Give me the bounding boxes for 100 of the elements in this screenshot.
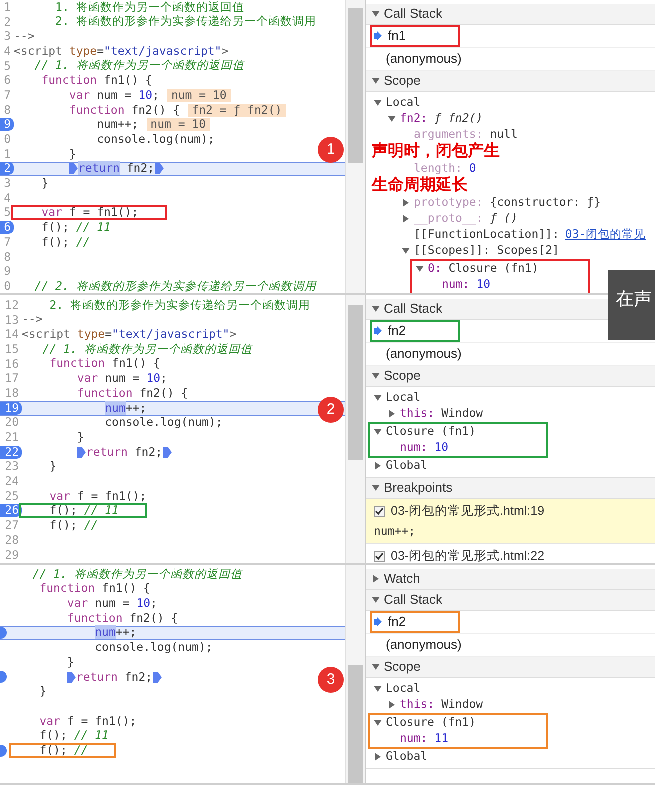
line-number[interactable]: 1 (0, 0, 14, 14)
caret-icon[interactable] (372, 575, 380, 583)
line-number[interactable]: 8 (0, 104, 14, 117)
line-number[interactable]: 9 (0, 265, 14, 278)
section-header[interactable]: Breakpoints (366, 478, 655, 499)
line-number[interactable]: 29 (0, 548, 22, 562)
line-number[interactable]: 19 (0, 402, 22, 415)
caret-icon[interactable] (374, 99, 382, 107)
call-frame[interactable]: (anonymous) (370, 48, 460, 70)
code-text: var num = 10; (67, 595, 158, 612)
scope-label: Global (386, 457, 428, 474)
line-number[interactable]: 12 (0, 298, 22, 312)
section-header[interactable]: Scope (366, 657, 655, 678)
section-header[interactable]: Scope (366, 366, 655, 387)
caret-icon[interactable] (372, 10, 380, 18)
scope-label: Closure (fn1) (386, 714, 476, 732)
call-frame[interactable]: (anonymous) (370, 634, 460, 656)
section-header[interactable]: Watch (366, 569, 655, 590)
section-header[interactable]: Call Stack (366, 4, 655, 25)
breakpoint-marker-icon[interactable] (0, 627, 7, 640)
scrollbar-thumb[interactable] (348, 665, 363, 783)
line-number[interactable]: 0 (0, 280, 14, 293)
breakpoint-item[interactable]: 03-闭包的常见形式.html:19 num++; (366, 499, 655, 544)
line-number[interactable]: 0 (0, 133, 14, 146)
checkbox[interactable] (374, 506, 385, 517)
line-number[interactable]: 4 (0, 44, 14, 58)
checkbox[interactable] (374, 550, 385, 562)
property-text: num: 10 (400, 439, 448, 456)
caret-icon[interactable] (374, 719, 382, 727)
code-text: } (69, 146, 76, 163)
caret-icon[interactable] (372, 484, 380, 492)
line-number[interactable]: 1 (0, 148, 14, 161)
call-frame[interactable]: fn1 (370, 25, 460, 47)
line-number[interactable]: 24 (0, 475, 22, 488)
caret-icon[interactable] (372, 372, 380, 380)
line-number[interactable]: 6 (0, 221, 14, 234)
line-number[interactable]: 8 (0, 250, 14, 264)
breakpoint-marker-icon[interactable] (0, 744, 7, 757)
caret-icon[interactable] (372, 305, 380, 313)
code-text: // 2. 将函数的形参作为实参传递给另一个函数调用 (34, 278, 316, 293)
line-number[interactable]: 7 (0, 236, 14, 249)
section-header[interactable]: Scope (366, 71, 655, 92)
caret-icon[interactable] (388, 410, 396, 418)
line-number[interactable]: 13 (0, 314, 22, 327)
line-number[interactable]: 6 (0, 74, 14, 88)
line-number[interactable]: 4 (0, 192, 14, 205)
line-number[interactable]: 14 (0, 328, 22, 342)
line-number[interactable]: 7 (0, 88, 14, 102)
code-text: function fn1() { (40, 580, 150, 598)
line-number[interactable]: 9 (0, 118, 14, 132)
breakpoint-location: 03-闭包的常见形式.html:19 (391, 503, 545, 520)
property-text: [[FunctionLocation]]: (414, 226, 560, 244)
breakpoint-marker-icon[interactable] (0, 671, 7, 684)
scrollbar-thumb[interactable] (348, 305, 363, 460)
caret-icon[interactable] (372, 596, 380, 604)
line-number[interactable]: 2 (0, 16, 14, 29)
line-number[interactable]: 15 (0, 342, 22, 356)
line-number[interactable]: 3 (0, 177, 14, 190)
caret-icon[interactable] (372, 663, 380, 671)
section-header[interactable]: Call Stack (366, 590, 655, 611)
line-number[interactable]: 16 (0, 358, 22, 371)
call-frame[interactable]: fn2 (370, 320, 460, 342)
call-frame[interactable]: (anonymous) (370, 343, 460, 365)
caret-icon[interactable] (402, 247, 410, 255)
line-number[interactable]: 3 (0, 30, 14, 44)
line-number[interactable]: 2 (0, 162, 14, 176)
scrollbar-thumb[interactable] (348, 8, 363, 163)
line-number[interactable]: 25 (0, 490, 22, 503)
caret-icon[interactable] (374, 428, 382, 436)
caret-icon[interactable] (374, 685, 382, 693)
breakpoint-location: 03-闭包的常见形式.html:22 (391, 548, 545, 563)
code-text: --> (22, 311, 43, 328)
code-text: return fn2; (76, 668, 153, 686)
property-text: num: 11 (400, 730, 448, 748)
caret-icon[interactable] (374, 753, 382, 761)
call-frame[interactable]: fn2 (370, 611, 460, 633)
caret-icon[interactable] (416, 265, 424, 273)
line-number[interactable]: 22 (0, 446, 22, 459)
caret-icon[interactable] (388, 701, 396, 709)
caret-icon[interactable] (402, 199, 410, 207)
source-link[interactable]: 03-闭包的常见 (565, 226, 646, 244)
line-number[interactable]: 20 (0, 416, 22, 430)
line-number[interactable]: 27 (0, 519, 22, 532)
line-number[interactable]: 28 (0, 534, 22, 547)
line-number[interactable]: 5 (0, 206, 14, 220)
caret-icon[interactable] (374, 394, 382, 402)
caret-icon[interactable] (402, 215, 410, 223)
caret-icon[interactable] (374, 462, 382, 470)
scope-label: Local (386, 389, 421, 406)
code-text: } (40, 683, 47, 700)
code-text: <script type="text/javascript"> (22, 326, 237, 344)
property-text: fn2: ƒ fn2() (400, 110, 484, 128)
line-number[interactable]: 18 (0, 386, 22, 400)
caret-icon[interactable] (372, 77, 380, 85)
line-number[interactable]: 23 (0, 460, 22, 474)
line-number[interactable]: 17 (0, 372, 22, 386)
caret-icon[interactable] (388, 115, 396, 123)
line-number[interactable]: 21 (0, 431, 22, 444)
line-number[interactable]: 26 (0, 504, 22, 518)
line-number[interactable]: 5 (0, 60, 14, 73)
